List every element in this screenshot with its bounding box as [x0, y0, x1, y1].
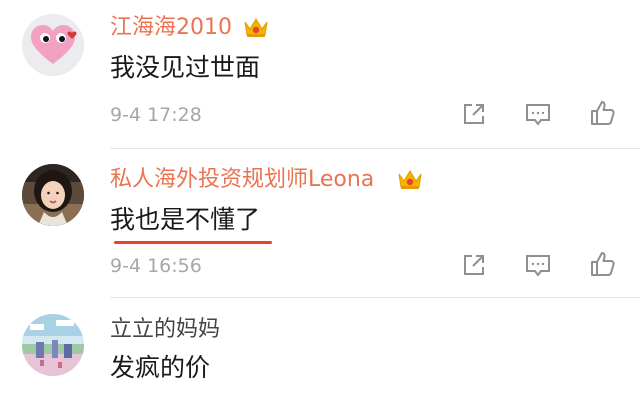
- woman-photo-avatar: [22, 164, 84, 226]
- comment-icon[interactable]: [522, 249, 554, 281]
- divider: [110, 148, 640, 149]
- avatar[interactable]: [22, 164, 84, 226]
- share-icon[interactable]: [458, 249, 490, 281]
- divider: [110, 297, 640, 298]
- username[interactable]: 江海海2010: [110, 14, 232, 42]
- comment-item: 江海海2010 我没见过世面 9-4 17:28: [0, 0, 640, 150]
- red-underline: [114, 241, 272, 244]
- timestamp: 9-4 17:28: [110, 104, 202, 126]
- comment-text: 我也是不懂了: [110, 205, 261, 234]
- avatar[interactable]: [22, 314, 84, 376]
- crown-badge-icon: [396, 167, 424, 191]
- crown-badge-icon: [242, 15, 270, 39]
- heart-avatar-icon: [22, 14, 84, 76]
- comment-icon[interactable]: [522, 98, 554, 130]
- comment-text: 发疯的价: [110, 353, 211, 382]
- avatar[interactable]: [22, 14, 84, 76]
- username[interactable]: 立立的妈妈: [110, 316, 220, 344]
- pixel-landscape-avatar: [22, 314, 84, 376]
- thumbs-up-icon[interactable]: [586, 248, 618, 280]
- comment-item: 立立的妈妈 发疯的价: [0, 300, 640, 400]
- share-icon[interactable]: [458, 98, 490, 130]
- thumbs-up-icon[interactable]: [586, 97, 618, 129]
- username[interactable]: 私人海外投资规划师Leona: [110, 166, 374, 194]
- comment-text: 我没见过世面: [110, 53, 261, 82]
- comment-item: 私人海外投资规划师Leona 我也是不懂了 9-4 16:56: [0, 150, 640, 300]
- timestamp: 9-4 16:56: [110, 255, 202, 277]
